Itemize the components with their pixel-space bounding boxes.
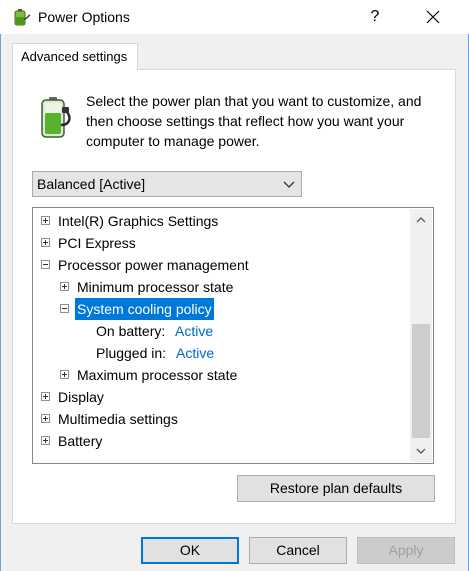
ok-button[interactable]: OK <box>141 537 239 564</box>
settings-tree[interactable]: Intel(R) Graphics Settings PCI Express P… <box>32 207 434 464</box>
close-button[interactable] <box>418 4 448 30</box>
apply-button[interactable]: Apply <box>357 537 455 564</box>
restore-plan-defaults-button[interactable]: Restore plan defaults <box>237 475 435 502</box>
tree-item-label: Multimedia settings <box>58 411 178 427</box>
power-options-icon <box>14 9 31 26</box>
scroll-down-button[interactable] <box>410 440 432 462</box>
tab-label: Advanced settings <box>21 49 128 64</box>
window-border-left <box>0 0 1 571</box>
power-plan-dropdown[interactable]: Balanced [Active] <box>32 171 302 197</box>
window-title: Power Options <box>38 9 130 25</box>
close-icon <box>426 10 440 24</box>
title-bar[interactable]: Power Options ? <box>0 0 469 34</box>
tab-advanced-settings[interactable]: Advanced settings <box>12 43 138 70</box>
expand-icon[interactable] <box>41 392 50 401</box>
plugged-in-value-link[interactable]: Active <box>176 342 214 364</box>
collapse-icon[interactable] <box>41 260 50 269</box>
setting-label: Plugged in: <box>96 345 167 361</box>
expand-icon[interactable] <box>41 436 50 445</box>
expand-icon[interactable] <box>60 282 69 291</box>
chevron-up-icon <box>416 217 426 223</box>
expand-icon[interactable] <box>41 216 50 225</box>
tree-item-label: System cooling policy <box>75 298 214 320</box>
collapse-icon[interactable] <box>60 304 69 313</box>
description-text: Select the power plan that you want to c… <box>86 93 422 149</box>
on-battery-value-link[interactable]: Active <box>175 320 213 342</box>
tree-item-label: Processor power management <box>58 257 249 273</box>
tree-item-label: Minimum processor state <box>77 279 234 295</box>
tree-item-label: Battery <box>58 433 103 449</box>
tree-item-label: Intel(R) Graphics Settings <box>58 213 219 229</box>
expand-icon[interactable] <box>60 370 69 379</box>
scroll-up-button[interactable] <box>410 209 432 231</box>
tree-item-label: Display <box>58 389 104 405</box>
battery-plug-icon <box>41 97 71 138</box>
help-button[interactable]: ? <box>360 4 390 30</box>
power-plan-value: Balanced [Active] <box>37 176 146 192</box>
setting-label: On battery: <box>96 323 166 339</box>
tree-item-label: PCI Express <box>58 235 136 251</box>
tree-item-label: Maximum processor state <box>77 367 238 383</box>
chevron-down-icon <box>283 181 295 188</box>
tree-scrollbar[interactable] <box>410 209 432 462</box>
expand-icon[interactable] <box>41 238 50 247</box>
cancel-button[interactable]: Cancel <box>249 537 347 564</box>
scroll-thumb[interactable] <box>412 324 430 438</box>
chevron-down-icon <box>416 448 426 454</box>
expand-icon[interactable] <box>41 414 50 423</box>
